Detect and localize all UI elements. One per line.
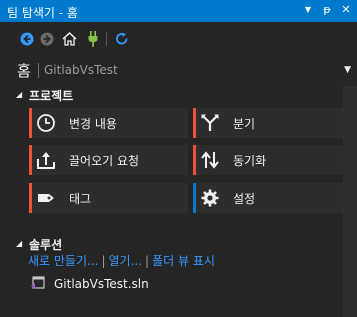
accent-bar [193, 183, 196, 213]
page-dropdown-icon[interactable]: ▼ [344, 65, 351, 75]
scrollbar[interactable] [343, 86, 357, 317]
pin-icon[interactable]: ᵽ [322, 3, 332, 16]
refresh-button[interactable] [113, 30, 131, 48]
solution-file-name: GitlabVsTest.sln [54, 277, 149, 291]
settings-label: 설정 [233, 192, 256, 206]
solution-file-item[interactable]: GitlabVsTest.sln [31, 274, 231, 294]
pull-requests-label: 끌어오기 요청 [69, 154, 140, 168]
tag-icon [38, 194, 54, 202]
accent-bar [29, 145, 32, 175]
project-section-title[interactable]: 프로젝트 [29, 87, 73, 104]
page-header: 홈 GitlabVsTest ▼ [0, 54, 357, 86]
settings-button[interactable]: 설정 [193, 183, 350, 213]
forward-button[interactable] [38, 30, 56, 48]
refresh-icon [116, 32, 128, 45]
changes-label: 변경 내용 [69, 117, 117, 131]
solution-links: 새로 만들기... | 열기... | 폴더 뷰 표시 [28, 252, 215, 269]
new-solution-link[interactable]: 새로 만들기... [28, 254, 98, 268]
accent-bar [29, 108, 32, 138]
branch-icon [201, 114, 219, 131]
link-separator: | [145, 254, 150, 268]
sync-button[interactable]: 동기화 [193, 145, 350, 175]
clock-icon [37, 114, 55, 132]
changes-button[interactable]: 변경 내용 [29, 108, 188, 138]
branches-label: 분기 [233, 117, 256, 131]
header-divider [38, 63, 39, 78]
folder-view-link[interactable]: 폴더 뷰 표시 [152, 254, 215, 268]
title-bar: 팀 탐색기 - 홈 ▼ ᵽ ✕ [0, 0, 357, 22]
solution-file-icon [31, 276, 45, 289]
window-controls: ▼ ᵽ ✕ [303, 3, 351, 16]
sync-icon [201, 151, 219, 169]
branches-button[interactable]: 분기 [193, 108, 350, 138]
close-icon[interactable]: ✕ [341, 3, 351, 16]
accent-bar [29, 183, 32, 213]
back-arrow-icon [20, 32, 34, 46]
toolbar [0, 28, 357, 52]
pull-requests-button[interactable]: 끌어오기 요청 [29, 145, 188, 175]
connect-button[interactable] [84, 30, 102, 48]
project-collapse-icon[interactable]: ◢ [16, 90, 22, 99]
forward-arrow-icon [40, 32, 54, 46]
accent-bar [193, 145, 196, 175]
window-title: 팀 탐색기 - 홈 [7, 6, 78, 20]
gear-icon [201, 189, 219, 207]
link-separator: | [101, 254, 106, 268]
repository-name: GitlabVsTest [44, 63, 118, 77]
page-title: 홈 [17, 62, 31, 80]
plug-icon [88, 31, 98, 47]
toolbar-separator [106, 32, 107, 46]
back-button[interactable] [18, 30, 36, 48]
tags-label: 태그 [69, 192, 92, 206]
home-icon [61, 32, 77, 46]
open-solution-link[interactable]: 열기... [109, 254, 143, 268]
solution-collapse-icon[interactable]: ◢ [16, 239, 22, 248]
pull-request-icon [37, 152, 55, 169]
tags-button[interactable]: 태그 [29, 183, 188, 213]
accent-bar [193, 108, 196, 138]
home-button[interactable] [60, 30, 78, 48]
sync-label: 동기화 [233, 154, 267, 168]
dropdown-arrow-icon[interactable]: ▼ [303, 5, 313, 16]
solution-section-title[interactable]: 솔루션 [29, 236, 62, 253]
